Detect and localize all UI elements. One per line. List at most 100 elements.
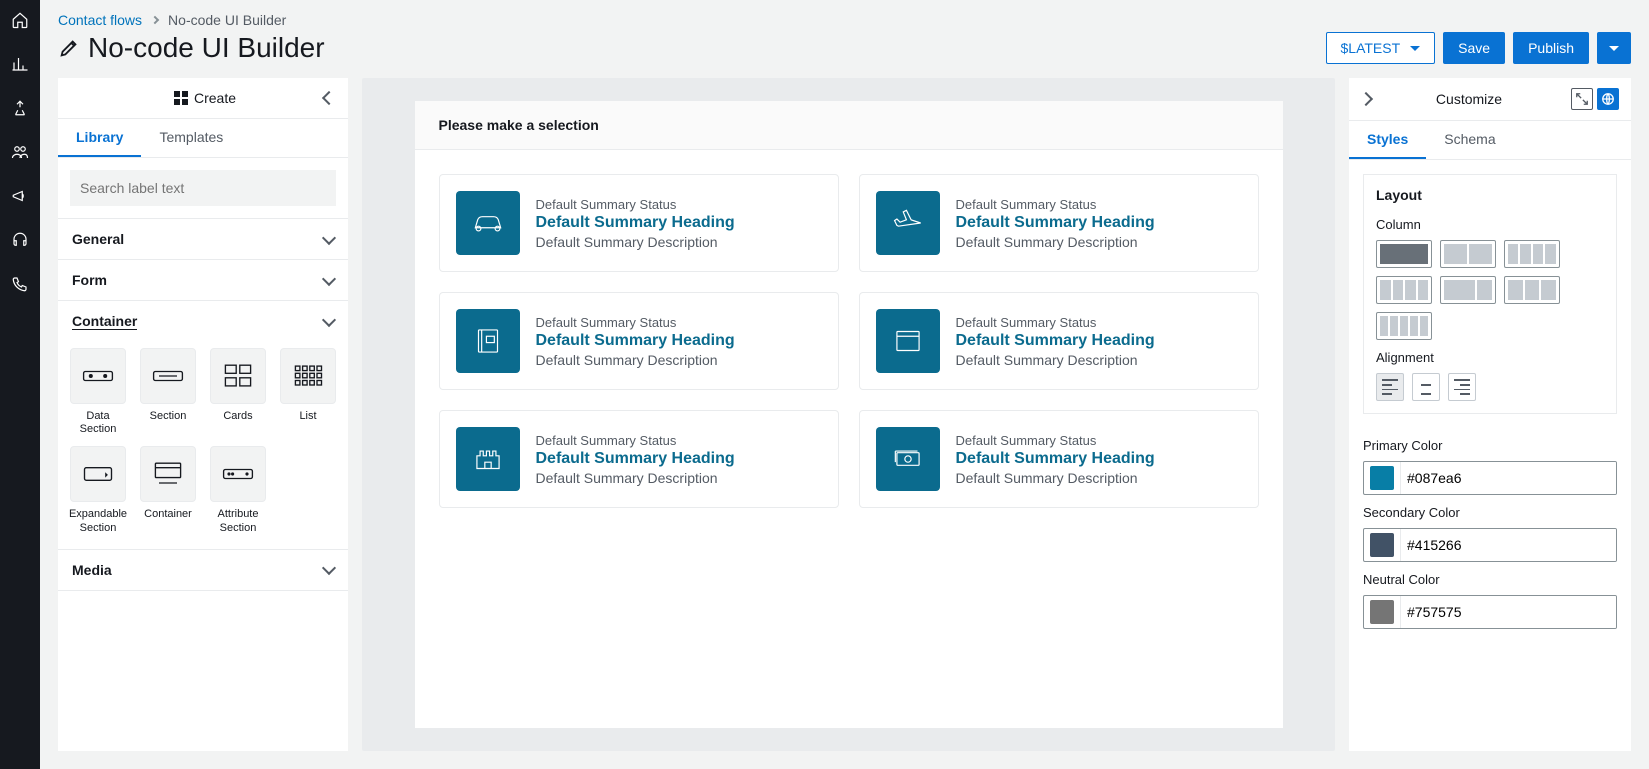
summary-card[interactable]: Default Summary Status Default Summary H…: [859, 174, 1259, 272]
col-5[interactable]: [1376, 312, 1432, 340]
globe-icon[interactable]: [1597, 88, 1619, 110]
expand-icon[interactable]: [1571, 88, 1593, 110]
save-button[interactable]: Save: [1443, 32, 1505, 64]
accordion-general[interactable]: General: [58, 219, 348, 259]
plane-icon: [876, 191, 940, 255]
secondary-color-label: Secondary Color: [1363, 505, 1617, 520]
secondary-color-field[interactable]: [1363, 528, 1617, 562]
primary-color-label: Primary Color: [1363, 438, 1617, 453]
layout-section-title: Layout: [1376, 187, 1604, 203]
window-icon: [876, 309, 940, 373]
card-desc: Default Summary Description: [956, 234, 1155, 250]
align-center[interactable]: [1412, 373, 1440, 401]
neutral-color-input[interactable]: [1400, 596, 1616, 628]
summary-card[interactable]: Default Summary Status Default Summary H…: [439, 410, 839, 508]
users-icon[interactable]: [8, 140, 32, 164]
tab-library[interactable]: Library: [58, 119, 141, 157]
customize-panel: Customize Styles Schema Layout Column: [1349, 78, 1631, 751]
announce-icon[interactable]: [8, 184, 32, 208]
accordion-container[interactable]: Container: [58, 301, 348, 342]
tab-templates[interactable]: Templates: [141, 119, 241, 157]
component-data-section[interactable]: Data Section: [68, 348, 128, 436]
search-input[interactable]: [70, 170, 336, 206]
accordion-media[interactable]: Media: [58, 550, 348, 590]
customize-title: Customize: [1371, 91, 1567, 107]
create-panel-title: Create: [194, 90, 236, 106]
card-status: Default Summary Status: [956, 197, 1155, 212]
card-status: Default Summary Status: [956, 315, 1155, 330]
card-desc: Default Summary Description: [956, 470, 1155, 486]
card-desc: Default Summary Description: [956, 352, 1155, 368]
version-dropdown[interactable]: $LATEST: [1326, 32, 1436, 64]
grid-icon: [174, 91, 188, 105]
accordion-form[interactable]: Form: [58, 260, 348, 300]
align-left[interactable]: [1376, 373, 1404, 401]
publish-button[interactable]: Publish: [1513, 32, 1589, 64]
col-1[interactable]: [1376, 240, 1432, 268]
component-expandable-section[interactable]: Expandable Section: [68, 446, 128, 534]
neutral-color-label: Neutral Color: [1363, 572, 1617, 587]
caret-down-icon: [1410, 46, 1420, 51]
card-heading: Default Summary Heading: [956, 450, 1155, 468]
secondary-swatch[interactable]: [1370, 533, 1394, 557]
align-right[interactable]: [1448, 373, 1476, 401]
neutral-color-field[interactable]: [1363, 595, 1617, 629]
primary-color-input[interactable]: [1400, 462, 1616, 494]
page-title: No-code UI Builder: [88, 32, 325, 64]
component-list[interactable]: List: [278, 348, 338, 436]
collapse-left-icon[interactable]: [322, 91, 336, 105]
breadcrumb-current: No-code UI Builder: [168, 12, 286, 28]
breadcrumb-parent[interactable]: Contact flows: [58, 12, 142, 28]
card-desc: Default Summary Description: [536, 470, 735, 486]
secondary-color-input[interactable]: [1400, 529, 1616, 561]
component-section[interactable]: Section: [138, 348, 198, 436]
component-attribute-section[interactable]: Attribute Section: [208, 446, 268, 534]
create-panel: Create Library Templates General: [58, 78, 348, 751]
card-heading: Default Summary Heading: [956, 332, 1155, 350]
analytics-icon[interactable]: [8, 52, 32, 76]
alignment-label: Alignment: [1376, 350, 1604, 365]
col-1-3[interactable]: [1504, 240, 1560, 268]
card-status: Default Summary Status: [536, 433, 735, 448]
card-status: Default Summary Status: [956, 433, 1155, 448]
tab-styles[interactable]: Styles: [1349, 121, 1426, 159]
canvas-area: Please make a selection Default Summary …: [362, 78, 1335, 751]
col-3-1[interactable]: [1376, 276, 1432, 304]
headset-icon[interactable]: [8, 228, 32, 252]
card-heading: Default Summary Heading: [956, 214, 1155, 232]
edit-icon[interactable]: [58, 37, 80, 59]
canvas-title: Please make a selection: [415, 101, 1283, 150]
col-2-1[interactable]: [1440, 276, 1496, 304]
card-status: Default Summary Status: [536, 315, 735, 330]
component-container[interactable]: Container: [138, 446, 198, 534]
home-icon[interactable]: [8, 8, 32, 32]
col-3[interactable]: [1504, 276, 1560, 304]
global-nav-sidebar: [0, 0, 40, 769]
neutral-swatch[interactable]: [1370, 600, 1394, 624]
caret-down-icon: [1609, 46, 1619, 51]
car-icon: [456, 191, 520, 255]
card-status: Default Summary Status: [536, 197, 735, 212]
summary-card[interactable]: Default Summary Status Default Summary H…: [439, 174, 839, 272]
column-label: Column: [1376, 217, 1604, 232]
card-desc: Default Summary Description: [536, 352, 735, 368]
tab-schema[interactable]: Schema: [1426, 121, 1513, 159]
card-heading: Default Summary Heading: [536, 214, 735, 232]
card-desc: Default Summary Description: [536, 234, 735, 250]
phone-icon[interactable]: [8, 272, 32, 296]
column-options: [1376, 240, 1604, 340]
component-cards[interactable]: Cards: [208, 348, 268, 436]
summary-card[interactable]: Default Summary Status Default Summary H…: [439, 292, 839, 390]
money-icon: [876, 427, 940, 491]
book-icon: [456, 309, 520, 373]
primary-color-field[interactable]: [1363, 461, 1617, 495]
breadcrumb: Contact flows No-code UI Builder: [58, 12, 1631, 28]
primary-swatch[interactable]: [1370, 466, 1394, 490]
alignment-options: [1376, 373, 1604, 401]
routing-icon[interactable]: [8, 96, 32, 120]
col-2[interactable]: [1440, 240, 1496, 268]
summary-card[interactable]: Default Summary Status Default Summary H…: [859, 410, 1259, 508]
card-heading: Default Summary Heading: [536, 332, 735, 350]
more-actions-button[interactable]: [1597, 32, 1631, 64]
summary-card[interactable]: Default Summary Status Default Summary H…: [859, 292, 1259, 390]
